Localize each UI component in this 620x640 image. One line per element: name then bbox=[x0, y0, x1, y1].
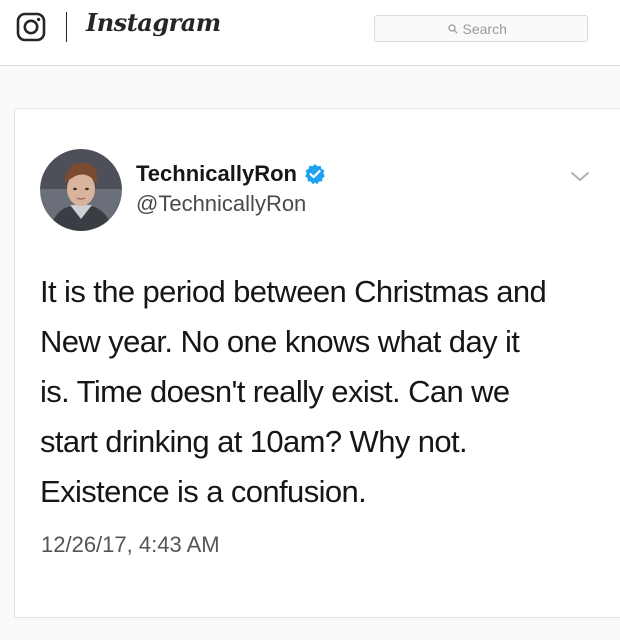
instagram-camera-icon[interactable] bbox=[16, 12, 46, 42]
logo-divider bbox=[66, 12, 67, 42]
tweet-text: It is the period between Christmas and N… bbox=[40, 274, 547, 509]
avatar[interactable] bbox=[40, 149, 122, 231]
handle[interactable]: @TechnicallyRon bbox=[136, 191, 306, 217]
post-card: TechnicallyRon @TechnicallyRon It is the… bbox=[14, 108, 620, 618]
search-icon bbox=[447, 23, 457, 33]
display-name-row: TechnicallyRon bbox=[136, 161, 326, 187]
display-name[interactable]: TechnicallyRon bbox=[136, 161, 297, 187]
top-navigation-bar: Instagram bbox=[0, 0, 620, 66]
instagram-wordmark[interactable]: Instagram bbox=[86, 8, 221, 37]
chevron-down-icon[interactable] bbox=[568, 169, 592, 185]
search-box[interactable] bbox=[374, 15, 588, 42]
verified-badge-icon bbox=[305, 164, 325, 185]
timestamp[interactable]: 12/26/17, 4:43 AM bbox=[41, 532, 220, 558]
search-input[interactable] bbox=[462, 20, 515, 37]
